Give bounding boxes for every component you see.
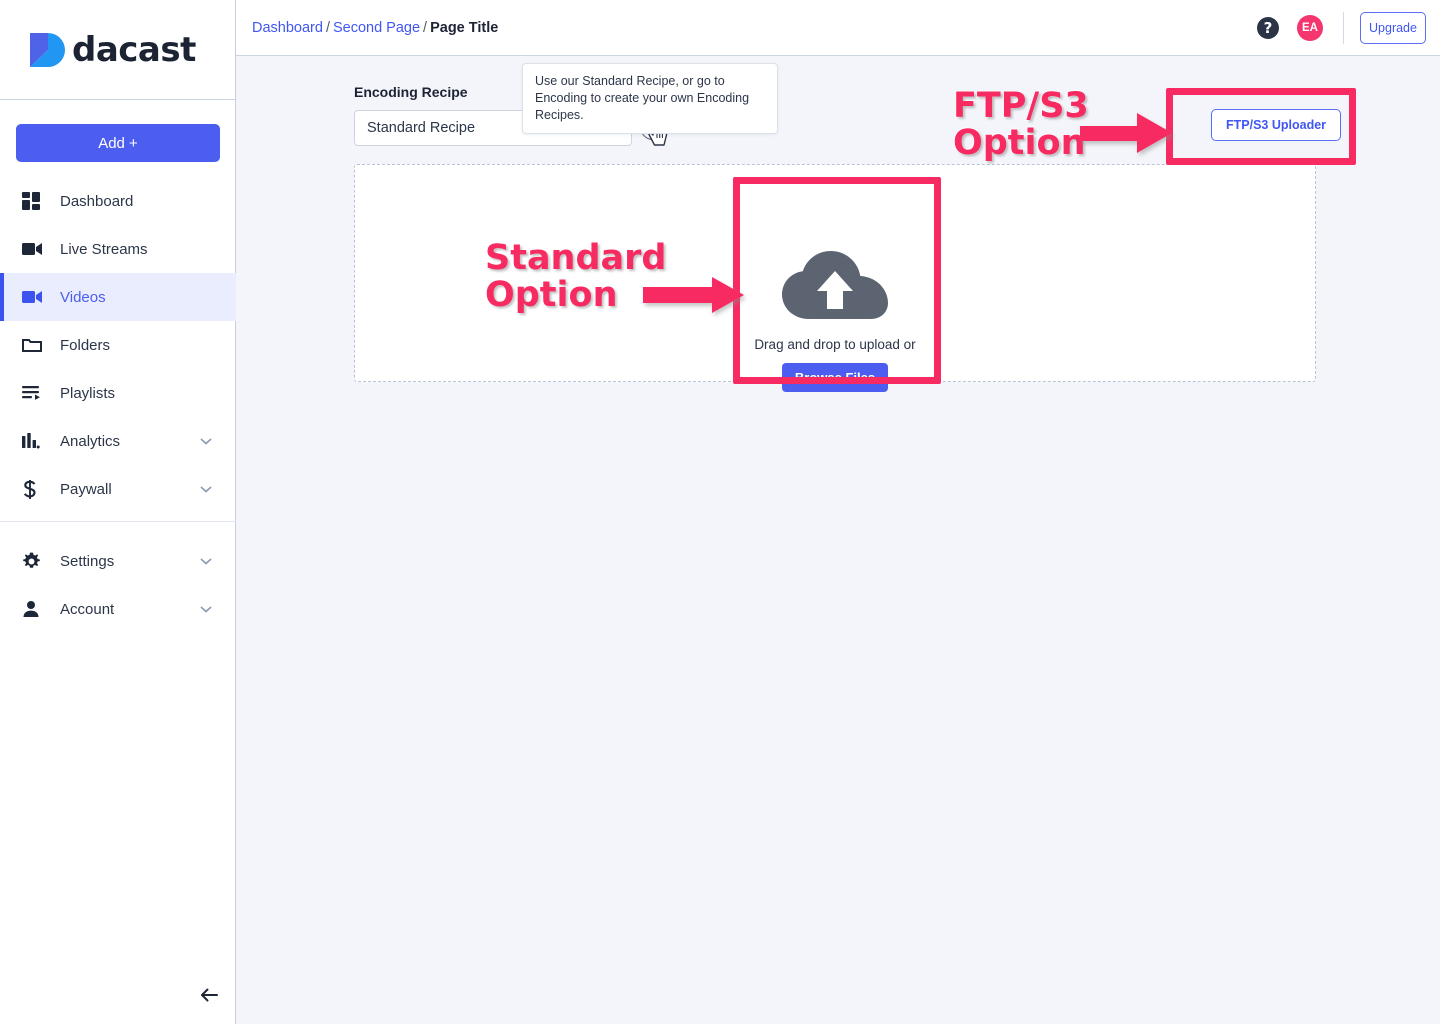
add-button[interactable]: Add + (16, 124, 220, 162)
sidebar: dacast Add + Dashboard Live Streams Vide… (0, 0, 236, 1024)
bar-chart-icon (22, 429, 48, 453)
sidebar-collapse-button[interactable] (193, 980, 225, 1012)
upload-drop-zone[interactable]: Drag and drop to upload or Browse Files (354, 164, 1316, 392)
dollar-sign-icon (22, 477, 48, 501)
video-camera-icon (22, 237, 48, 261)
sidebar-nav-bottom: Settings Account (0, 537, 236, 633)
upload-drop-inner: Drag and drop to upload or Browse Files (685, 251, 985, 392)
gear-icon (22, 549, 48, 573)
chevron-down-icon[interactable] (200, 481, 212, 498)
encoding-recipe-label: Encoding Recipe (354, 84, 468, 100)
sidebar-item-live-streams[interactable]: Live Streams (0, 225, 236, 273)
arrow-left-icon (199, 987, 219, 1006)
breadcrumb: Dashboard / Second Page / Page Title (236, 20, 498, 36)
sidebar-item-label: Live Streams (60, 240, 148, 258)
breadcrumb-separator: / (325, 19, 330, 36)
sidebar-item-paywall[interactable]: Paywall (0, 465, 236, 513)
sidebar-item-label: Dashboard (60, 192, 134, 210)
sidebar-item-analytics[interactable]: Analytics (0, 417, 236, 465)
breadcrumb-separator: / (423, 19, 428, 36)
sidebar-divider (0, 521, 236, 522)
avatar[interactable]: EA (1297, 15, 1323, 41)
chevron-down-icon[interactable] (200, 433, 212, 450)
brand-logo[interactable]: dacast (0, 0, 235, 100)
sidebar-item-label: Settings (60, 552, 115, 570)
breadcrumb-second-page[interactable]: Second Page (333, 20, 420, 36)
sidebar-item-label: Playlists (60, 384, 116, 402)
encoding-recipe-tooltip: Use our Standard Recipe, or go to Encodi… (522, 63, 778, 134)
help-icon[interactable]: ? (1257, 17, 1279, 39)
sidebar-item-account[interactable]: Account (0, 585, 236, 633)
page-title: Page Title (430, 19, 499, 36)
cloud-upload-icon (685, 251, 985, 328)
sidebar-item-label: Analytics (60, 432, 121, 450)
sidebar-item-label: Paywall (60, 480, 112, 498)
breadcrumb-dashboard[interactable]: Dashboard (252, 20, 323, 36)
sidebar-item-label: Account (60, 600, 115, 618)
dashboard-grid-icon (22, 189, 48, 213)
browse-files-button[interactable]: Browse Files (781, 363, 889, 392)
upload-drop-text: Drag and drop to upload or (754, 337, 916, 352)
topbar-actions: ? EA Upgrade (1257, 0, 1440, 56)
chevron-down-icon[interactable] (200, 601, 212, 618)
dacast-logo-icon (26, 31, 66, 69)
encoding-recipe-value: Standard Recipe (367, 120, 476, 136)
video-camera-icon (22, 285, 48, 309)
brand-name: dacast (72, 29, 196, 70)
sidebar-item-folders[interactable]: Folders (0, 321, 236, 369)
sidebar-item-playlists[interactable]: Playlists (0, 369, 236, 417)
sidebar-item-videos[interactable]: Videos (0, 273, 236, 321)
topbar: Dashboard / Second Page / Page Title ? EA Up… (236, 0, 1440, 56)
sidebar-item-label: Folders (60, 336, 111, 354)
main-area: Dashboard / Second Page / Page Title ? EA Up… (236, 0, 1440, 1024)
chevron-down-icon[interactable] (200, 553, 212, 570)
sidebar-nav: Dashboard Live Streams Videos Folders Pl… (0, 177, 236, 513)
sidebar-item-dashboard[interactable]: Dashboard (0, 177, 236, 225)
upgrade-button[interactable]: Upgrade (1360, 12, 1426, 44)
ftp-s3-uploader-button[interactable]: FTP/S3 Uploader (1211, 109, 1342, 141)
folder-icon (22, 333, 48, 357)
playlist-icon (22, 381, 48, 405)
topbar-divider (1343, 12, 1344, 44)
app-root: dacast Add + Dashboard Live Streams Vide… (0, 0, 1440, 1024)
person-icon (22, 597, 48, 621)
sidebar-item-label: Videos (60, 288, 106, 306)
sidebar-item-settings[interactable]: Settings (0, 537, 236, 585)
